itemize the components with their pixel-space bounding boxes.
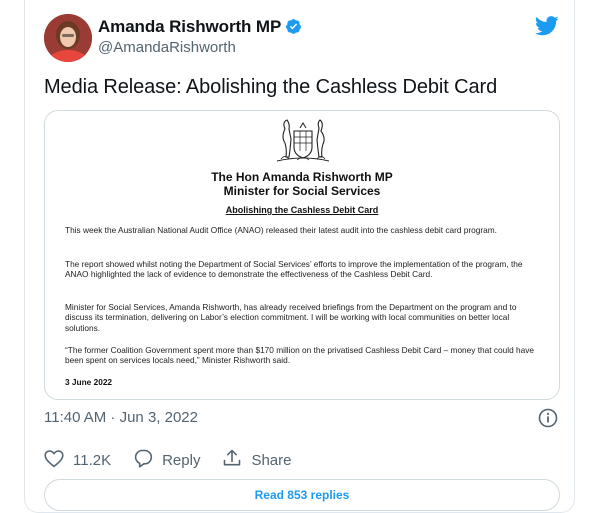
media-attachment[interactable]: The Hon Amanda Rishworth MP Minister for… (44, 110, 560, 400)
display-name-text: Amanda Rishworth MP (98, 17, 282, 36)
reply-label: Reply (162, 451, 201, 469)
share-icon (222, 448, 251, 472)
display-name[interactable]: Amanda Rishworth MP (98, 17, 302, 40)
document-title-line2: Minister for Social Services (223, 184, 381, 198)
heart-icon (44, 449, 73, 472)
action-bar: 11.2K Reply Share (44, 448, 313, 472)
twitter-bird-icon[interactable] (534, 16, 559, 41)
reply-icon (133, 448, 162, 472)
document-subheading: Abolishing the Cashless Debit Card (225, 205, 379, 215)
coat-of-arms-icon (267, 117, 339, 172)
reply-button[interactable]: Reply (133, 448, 200, 472)
document-paragraph: “The former Coalition Government spent m… (65, 345, 535, 366)
document-title-line1: The Hon Amanda Rishworth MP (211, 170, 393, 184)
document-date: 3 June 2022 (65, 377, 113, 387)
like-button[interactable]: 11.2K (44, 449, 111, 472)
document-paragraph: This week the Australian National Audit … (65, 225, 497, 235)
tweet-text: Media Release: Abolishing the Cashless D… (44, 76, 498, 98)
avatar[interactable] (44, 14, 92, 62)
user-handle[interactable]: @AmandaRishworth (98, 39, 236, 56)
media-release-document: The Hon Amanda Rishworth MP Minister for… (45, 111, 559, 399)
verified-badge-icon (285, 18, 302, 40)
share-label: Share (251, 451, 292, 469)
info-icon[interactable] (538, 408, 558, 433)
tweet-timestamp[interactable]: 11:40 AM · Jun 3, 2022 (44, 409, 198, 426)
share-button[interactable]: Share (222, 448, 291, 472)
document-paragraph: Minister for Social Services, Amanda Ris… (65, 302, 517, 333)
like-count: 11.2K (73, 451, 112, 469)
document-paragraph: The report showed whilst noting the Depa… (65, 259, 523, 280)
read-replies-button[interactable]: Read 853 replies (44, 479, 560, 511)
